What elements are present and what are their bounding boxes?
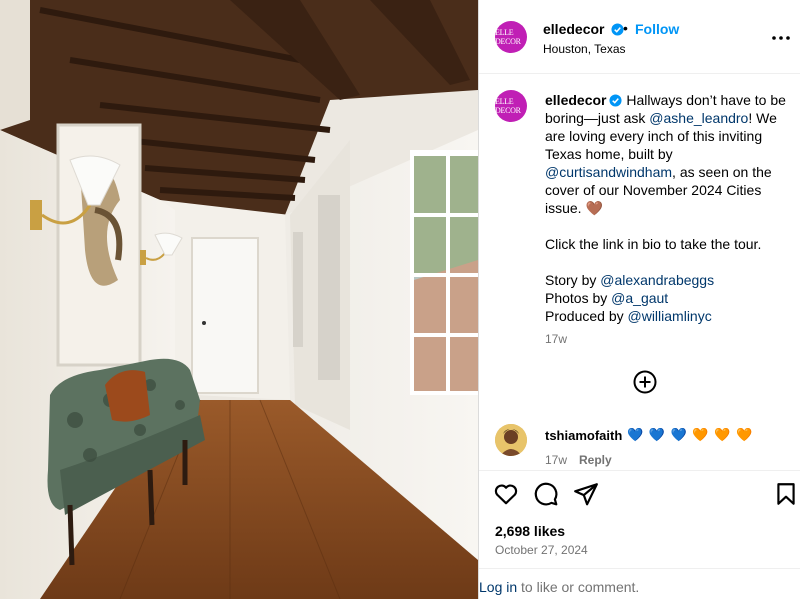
login-link[interactable]: Log in: [479, 579, 517, 595]
mention-link[interactable]: @curtisandwindham: [545, 164, 672, 180]
username-link[interactable]: elledecor: [543, 21, 624, 37]
post-photo[interactable]: [0, 0, 478, 599]
profile-avatar[interactable]: ELLE DECOR: [495, 21, 527, 53]
hallway-photo: [0, 0, 478, 599]
caption-timestamp[interactable]: 17w: [545, 332, 567, 346]
share-icon[interactable]: [573, 481, 599, 507]
follow-button[interactable]: Follow: [635, 21, 679, 37]
more-options-icon[interactable]: [769, 26, 793, 50]
separator-dot: •: [623, 20, 628, 36]
commenter-avatar[interactable]: [495, 424, 527, 456]
caption-username[interactable]: elledecor: [545, 92, 606, 108]
credit-label: Photos by: [545, 290, 612, 306]
post-panel: ELLE DECOR elledecor • Follow Houston, T…: [478, 0, 800, 599]
mention-link[interactable]: @a_gaut: [611, 290, 668, 306]
location-link[interactable]: Houston, Texas: [543, 42, 626, 56]
avatar-logo-text: ELLE DECOR: [495, 28, 521, 46]
caption-text: elledecor Hallways don’t have to be bori…: [545, 91, 791, 325]
comment-item: tshiamofaith 💙 💙 💙 🧡 🧡 🧡 17w Reply: [479, 424, 800, 470]
caption-section: ELLE DECOR elledecor Hallways don’t have…: [479, 74, 800, 424]
credit-label: Produced by: [545, 308, 628, 324]
post-actions: 2,698 likes October 27, 2024: [479, 470, 800, 582]
commenter-username[interactable]: tshiamofaith: [545, 428, 622, 443]
heart-icon[interactable]: [493, 481, 519, 507]
post-header: ELLE DECOR elledecor • Follow Houston, T…: [479, 0, 800, 74]
reply-button[interactable]: Reply: [579, 453, 612, 467]
verified-badge-icon: [609, 94, 623, 107]
login-prompt: Log in to like or comment.: [479, 568, 800, 599]
comment-icon[interactable]: [533, 481, 559, 507]
credit-label: Story by: [545, 272, 601, 288]
load-more-comments-icon[interactable]: [633, 370, 657, 394]
caption-avatar[interactable]: ELLE DECOR: [495, 90, 527, 122]
blue-heart-emojis: 💙 💙 💙: [627, 427, 688, 442]
comment-timestamp[interactable]: 17w: [545, 453, 567, 467]
login-prompt-text: to like or comment.: [517, 579, 640, 595]
mention-link[interactable]: @williamlinyc: [628, 308, 712, 324]
username-text: elledecor: [543, 21, 605, 37]
mention-link[interactable]: @ashe_leandro: [649, 110, 748, 126]
bookmark-icon[interactable]: [773, 481, 799, 507]
orange-heart-emojis: 🧡 🧡 🧡: [692, 427, 754, 442]
mention-link[interactable]: @alexandrabeggs: [600, 272, 714, 288]
avatar-logo-text: ELLE DECOR: [495, 97, 521, 115]
likes-count[interactable]: 2,698 likes: [495, 523, 565, 539]
caption-cta: Click the link in bio to take the tour.: [545, 236, 762, 252]
post-date: October 27, 2024: [495, 543, 588, 557]
brown-heart-emoji: 🤎: [585, 200, 603, 216]
comment-text: 💙 💙 💙 🧡 🧡 🧡: [627, 427, 753, 443]
